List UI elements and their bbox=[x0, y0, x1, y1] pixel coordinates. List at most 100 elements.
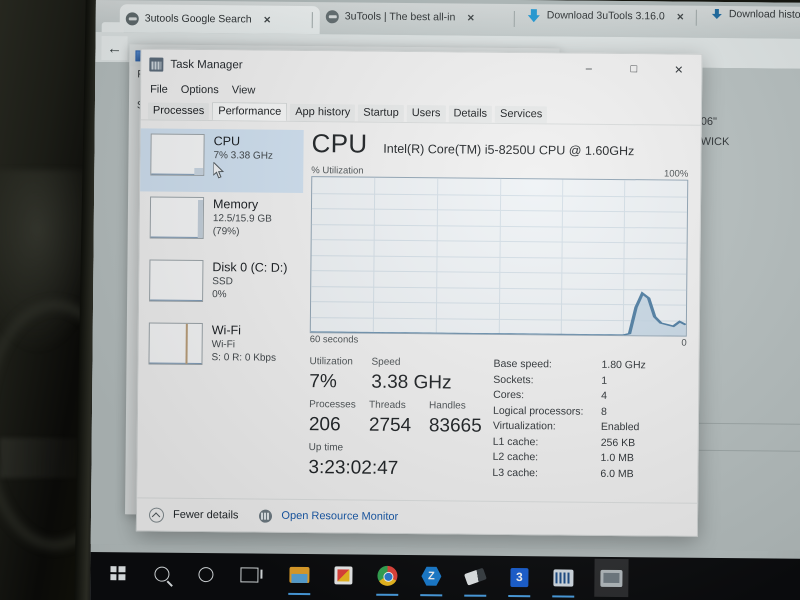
spec-value: 8 bbox=[600, 405, 607, 418]
stat-value: 7% bbox=[309, 371, 337, 393]
task-view-icon bbox=[240, 566, 259, 583]
spec-value: 4 bbox=[601, 389, 608, 402]
search-icon bbox=[153, 566, 170, 582]
tab-services[interactable]: Services bbox=[495, 105, 548, 124]
menu-file[interactable]: File bbox=[150, 83, 168, 95]
task-manager-icon bbox=[149, 58, 163, 72]
windows-logo-icon bbox=[109, 566, 126, 581]
sidebar-item-label: Disk 0 (C: D:) bbox=[212, 260, 288, 275]
cpu-spec-row: Base speed: 1.80 GHz bbox=[493, 357, 686, 374]
graph-x-axis-label: 60 seconds bbox=[309, 334, 359, 346]
cpu-stats: Utilization 7% Speed 3.38 GHz Processes … bbox=[308, 355, 686, 484]
sidebar-item-wifi[interactable]: Wi-Fi Wi-Fi S: 0 R: 0 Kbps bbox=[138, 317, 302, 382]
browser-tab-1[interactable]: 3uTools | The best all-in × bbox=[320, 2, 522, 32]
cpu-spec-row: L3 cache: 6.0 MB bbox=[492, 465, 685, 482]
tab-details[interactable]: Details bbox=[448, 105, 493, 123]
close-icon[interactable]: × bbox=[677, 10, 684, 24]
menu-view[interactable]: View bbox=[232, 84, 256, 96]
cpu-spec-row: Sockets: 1 bbox=[493, 372, 686, 389]
download-small-favicon bbox=[710, 7, 723, 20]
task-view-button[interactable] bbox=[236, 561, 262, 587]
three-icon: 3 bbox=[510, 567, 529, 587]
3utools-button[interactable]: Z bbox=[418, 563, 444, 597]
search-button[interactable] bbox=[148, 561, 174, 587]
sidebar-item-memory[interactable]: Memory 12.5/15.9 GB (79%) bbox=[140, 191, 304, 256]
cpu-stats-right: Base speed: 1.80 GHz Sockets: 1 Cores: 4 bbox=[486, 357, 686, 484]
tab-processes[interactable]: Processes bbox=[147, 102, 210, 121]
cpu-spec-row: L1 cache: 256 KB bbox=[493, 434, 686, 451]
browser-tab-2[interactable]: Download 3uTools 3.16.0 × bbox=[522, 1, 704, 31]
cpu-spec-row: Virtualization: Enabled bbox=[493, 419, 686, 436]
cpu-spec-row: L2 cache: 1.0 MB bbox=[493, 450, 686, 467]
sidebar-item-sub: SSD bbox=[212, 276, 233, 288]
resource-sidebar: CPU 7% 3.38 GHz Memory 12.5/15.9 GB (79%… bbox=[137, 120, 304, 500]
menu-options[interactable]: Options bbox=[181, 83, 219, 95]
sidebar-item-sub: 7% 3.38 GHz bbox=[213, 150, 274, 162]
misc-app-button[interactable] bbox=[594, 558, 629, 598]
resource-monitor-icon bbox=[259, 509, 273, 523]
performance-pane: CPU 7% 3.38 GHz Memory 12.5/15.9 GB (79%… bbox=[137, 120, 701, 503]
google-search-favicon bbox=[325, 9, 339, 23]
tab-separator bbox=[513, 11, 515, 28]
page-text-fragment: 06" bbox=[700, 115, 718, 128]
task-manager-window[interactable]: Task Manager – □ ✕ File Options View Pro… bbox=[135, 48, 703, 537]
spec-key: Base speed: bbox=[493, 357, 552, 371]
cortana-button[interactable] bbox=[192, 561, 218, 587]
browser-tab-title: Download history bbox=[728, 8, 800, 21]
circle-icon bbox=[197, 566, 214, 582]
sidebar-item-sub: 12.5/15.9 GB (79%) bbox=[212, 213, 272, 238]
disk-thumbnail-graph bbox=[149, 259, 204, 303]
stat-label: Utilization bbox=[309, 356, 353, 368]
cpu-thumbnail-graph bbox=[150, 133, 205, 177]
sidebar-item-label: Wi-Fi bbox=[211, 323, 242, 338]
browser-tab-0[interactable]: 3utools Google Search × bbox=[119, 4, 320, 35]
browser-tab-title: 3utools Google Search bbox=[144, 12, 252, 26]
browser-tab-title: 3uTools | The best all-in bbox=[344, 10, 456, 24]
snipping-tool-button[interactable] bbox=[462, 564, 488, 597]
tab-startup[interactable]: Startup bbox=[358, 104, 404, 122]
fewer-details-button[interactable]: Fewer details bbox=[173, 509, 239, 522]
close-icon[interactable]: × bbox=[264, 13, 271, 27]
browser-tab-3[interactable]: Download history × bbox=[704, 0, 800, 29]
spec-value: 1 bbox=[601, 374, 608, 387]
spec-value: Enabled bbox=[600, 420, 640, 434]
window-title: Task Manager bbox=[170, 58, 243, 72]
task-manager-button[interactable] bbox=[550, 564, 576, 598]
close-icon[interactable]: × bbox=[467, 11, 474, 25]
task-manager-icon bbox=[553, 568, 574, 587]
back-button[interactable]: ← bbox=[101, 36, 128, 61]
sidebar-item-label: Memory bbox=[212, 197, 259, 212]
stat-value: 3:23:02:47 bbox=[308, 457, 399, 479]
sidebar-item-disk0[interactable]: Disk 0 (C: D:) SSD 0% bbox=[139, 254, 303, 319]
file-explorer-button[interactable] bbox=[286, 562, 312, 596]
store-icon bbox=[334, 566, 353, 585]
chevron-up-icon[interactable] bbox=[148, 507, 165, 523]
sidebar-item-cpu[interactable]: CPU 7% 3.38 GHz bbox=[140, 128, 304, 193]
stat-value: 83665 bbox=[428, 415, 482, 437]
close-button[interactable]: ✕ bbox=[656, 54, 701, 84]
stat-label: Processes bbox=[309, 399, 356, 411]
tab-performance[interactable]: Performance bbox=[212, 102, 288, 121]
stat-value: 206 bbox=[308, 414, 341, 436]
stat-value: 3.38 GHz bbox=[371, 371, 452, 394]
tab-users[interactable]: Users bbox=[406, 104, 446, 123]
cpu-utilization-graph bbox=[309, 176, 689, 337]
tab-separator bbox=[695, 9, 697, 26]
spec-key: Sockets: bbox=[493, 373, 534, 386]
microsoft-store-button[interactable] bbox=[330, 562, 356, 588]
cpu-model-label: Intel(R) Core(TM) i5-8250U CPU @ 1.60GHz bbox=[383, 141, 635, 159]
google-chrome-button[interactable] bbox=[374, 563, 400, 596]
start-button[interactable] bbox=[104, 560, 130, 586]
minimize-button[interactable]: – bbox=[566, 54, 611, 84]
stat-label: Handles bbox=[429, 400, 466, 412]
three-app-button[interactable]: 3 bbox=[506, 564, 532, 598]
spec-value: 6.0 MB bbox=[600, 467, 634, 480]
graph-y-min-label: 0 bbox=[681, 337, 687, 349]
laptop-photo: 3utools Google Search × 3uTools | The be… bbox=[0, 0, 800, 600]
spec-key: Logical processors: bbox=[492, 404, 584, 418]
maximize-button[interactable]: □ bbox=[611, 54, 656, 84]
open-resource-monitor-link[interactable]: Open Resource Monitor bbox=[281, 510, 398, 523]
wifi-thumbnail-graph bbox=[148, 322, 203, 366]
tab-app-history[interactable]: App history bbox=[290, 103, 356, 122]
chrome-icon bbox=[377, 565, 398, 586]
